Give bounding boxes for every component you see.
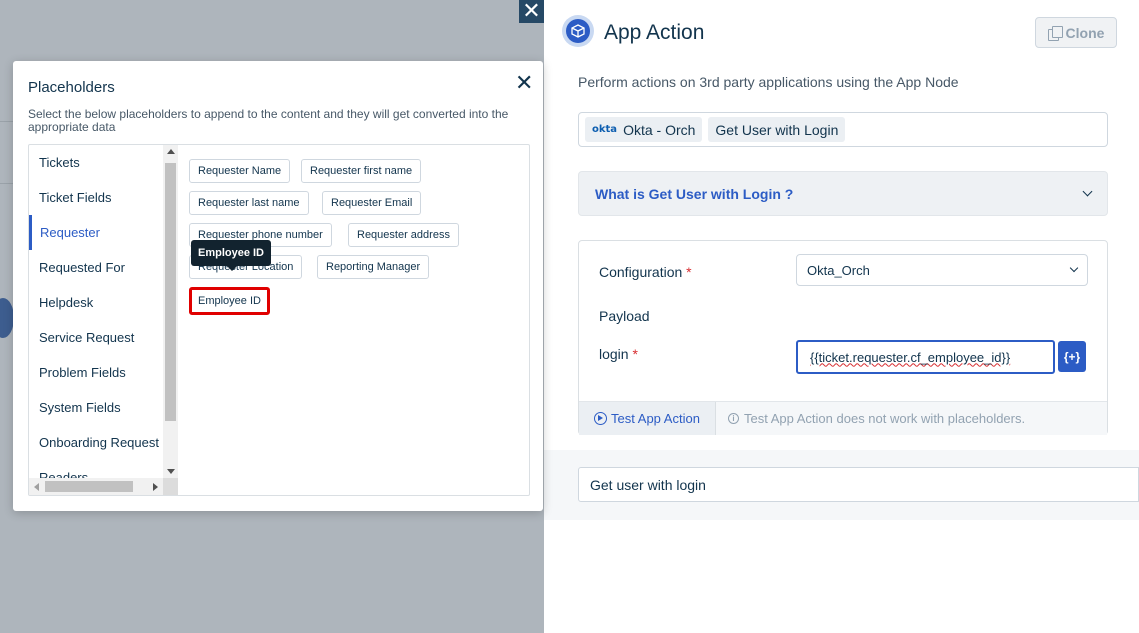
app-action-selector[interactable]: okta Okta - Orch Get User with Login bbox=[578, 112, 1108, 147]
category-item[interactable]: Requested For bbox=[29, 250, 162, 285]
placeholder-tag[interactable]: Reporting Manager bbox=[317, 255, 430, 279]
insert-placeholder-button[interactable]: {+} bbox=[1058, 341, 1086, 372]
category-item[interactable]: Onboarding Request bbox=[29, 425, 162, 460]
required-marker: * bbox=[686, 264, 692, 280]
drawer-close-button[interactable]: ✕ bbox=[519, 0, 544, 23]
category-item[interactable]: Problem Fields bbox=[29, 355, 162, 390]
background-workflow-node bbox=[0, 298, 14, 338]
modal-description: Select the below placeholders to append … bbox=[28, 107, 509, 134]
placeholder-tag[interactable]: Requester Name bbox=[189, 159, 291, 183]
info-icon: i bbox=[728, 413, 739, 424]
category-item[interactable]: Helpdesk bbox=[29, 285, 162, 320]
placeholder-tooltip: Employee ID bbox=[191, 240, 271, 271]
drawer-description: Perform actions on 3rd party application… bbox=[578, 74, 959, 90]
test-button-label: Test App Action bbox=[611, 411, 700, 426]
placeholder-tag-employee-id[interactable]: Employee ID bbox=[189, 287, 270, 315]
node-name-value: Get user with login bbox=[590, 476, 706, 493]
test-note: i Test App Action does not work with pla… bbox=[716, 411, 1025, 426]
category-item[interactable]: Readers bbox=[29, 460, 162, 478]
node-name-input[interactable]: Get user with login bbox=[578, 467, 1139, 502]
placeholders-modal: Placeholders ✕ Select the below placehol… bbox=[13, 61, 543, 511]
drawer-header: App Action Clone bbox=[544, 0, 1139, 64]
scroll-up-arrow-icon[interactable] bbox=[167, 149, 175, 154]
test-note-text: Test App Action does not work with place… bbox=[744, 411, 1026, 426]
configuration-value: Okta_Orch bbox=[807, 262, 870, 278]
payload-label: Payload bbox=[599, 308, 650, 324]
category-horizontal-scrollbar[interactable] bbox=[29, 478, 163, 495]
category-item[interactable]: System Fields bbox=[29, 390, 162, 425]
scroll-left-arrow-icon[interactable] bbox=[34, 483, 39, 491]
action-chip[interactable]: Get User with Login bbox=[708, 117, 846, 142]
scroll-right-arrow-icon[interactable] bbox=[153, 483, 158, 491]
clone-button[interactable]: Clone bbox=[1035, 17, 1117, 48]
app-action-icon bbox=[562, 15, 594, 47]
card-footer: Test App Action i Test App Action does n… bbox=[579, 401, 1107, 435]
action-chip-label: Get User with Login bbox=[715, 121, 839, 138]
category-list[interactable]: Tickets Ticket Fields Requester Requeste… bbox=[29, 145, 162, 478]
play-icon bbox=[594, 412, 608, 425]
chevron-down-icon bbox=[1069, 263, 1079, 273]
background-divider bbox=[0, 183, 14, 184]
chevron-down-icon bbox=[1082, 186, 1093, 197]
drawer-title: App Action bbox=[604, 21, 705, 44]
modal-title: Placeholders bbox=[28, 79, 115, 96]
copy-icon bbox=[1047, 25, 1063, 41]
category-item-active[interactable]: Requester bbox=[29, 215, 162, 250]
clone-button-label: Clone bbox=[1065, 24, 1105, 41]
scrollbar-thumb[interactable] bbox=[165, 163, 176, 421]
scroll-down-arrow-icon[interactable] bbox=[167, 469, 175, 474]
configuration-dropdown[interactable]: Okta_Orch bbox=[796, 254, 1088, 286]
placeholder-tag[interactable]: Requester Email bbox=[322, 191, 422, 215]
scrollbar-corner bbox=[163, 478, 178, 495]
required-marker: * bbox=[632, 346, 638, 362]
okta-logo-icon: okta bbox=[592, 124, 618, 135]
action-info-accordion[interactable]: What is Get User with Login ? bbox=[578, 171, 1108, 216]
background-divider bbox=[0, 121, 14, 122]
placeholders-body: Tickets Ticket Fields Requester Requeste… bbox=[28, 144, 530, 496]
accordion-title: What is Get User with Login ? bbox=[595, 185, 794, 202]
configuration-label: Configuration * bbox=[599, 264, 692, 280]
login-label-text: login bbox=[599, 346, 629, 362]
placeholder-tag[interactable]: Requester first name bbox=[301, 159, 422, 183]
category-item[interactable]: Tickets bbox=[29, 145, 162, 180]
test-app-action-button[interactable]: Test App Action bbox=[579, 402, 716, 435]
app-action-drawer: App Action Clone Perform actions on 3rd … bbox=[544, 0, 1139, 633]
placeholder-tag[interactable]: Requester last name bbox=[189, 191, 309, 215]
category-item[interactable]: Ticket Fields bbox=[29, 180, 162, 215]
placeholder-tag[interactable]: Requester address bbox=[348, 223, 459, 247]
category-vertical-scrollbar[interactable] bbox=[163, 145, 178, 478]
category-item[interactable]: Service Request bbox=[29, 320, 162, 355]
login-label: login * bbox=[599, 346, 638, 362]
app-chip[interactable]: okta Okta - Orch bbox=[585, 117, 703, 142]
configuration-card: Configuration * Okta_Orch Payload login … bbox=[578, 240, 1108, 435]
modal-close-button[interactable]: ✕ bbox=[515, 70, 533, 96]
login-field[interactable]: {{ticket.requester.cf_employee_id}} bbox=[796, 340, 1055, 374]
app-chip-label: Okta - Orch bbox=[623, 121, 696, 138]
configuration-label-text: Configuration bbox=[599, 264, 683, 280]
scrollbar-thumb[interactable] bbox=[45, 481, 133, 492]
login-field-value: {{ticket.requester.cf_employee_id}} bbox=[810, 349, 1011, 365]
